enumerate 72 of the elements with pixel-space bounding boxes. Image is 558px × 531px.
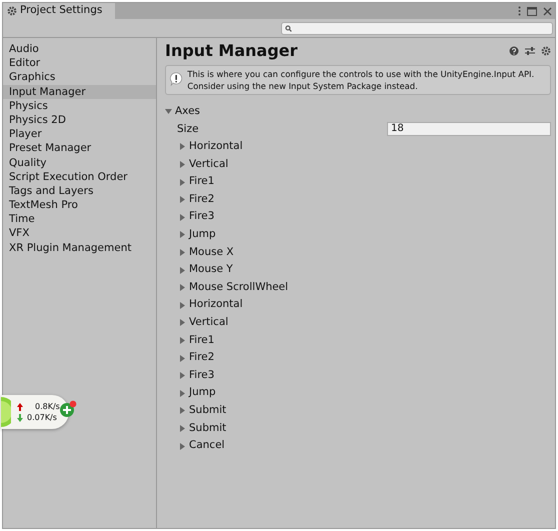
help-icon[interactable] bbox=[509, 46, 519, 56]
more-icon[interactable] bbox=[518, 6, 521, 16]
axis-foldout[interactable]: Fire2 bbox=[189, 192, 214, 208]
expand-arrow-icon[interactable] bbox=[179, 249, 186, 256]
expand-arrow-icon[interactable] bbox=[179, 424, 186, 432]
download-speed: 0.07K/s bbox=[27, 412, 57, 422]
sidebar-item[interactable]: Player bbox=[3, 127, 156, 142]
axis-foldout[interactable]: Horizontal bbox=[189, 139, 243, 155]
settings-icon[interactable] bbox=[541, 46, 551, 56]
axis-foldout[interactable]: Fire1 bbox=[189, 332, 214, 348]
close-icon[interactable] bbox=[543, 6, 552, 16]
axis-foldout[interactable]: Submit bbox=[189, 420, 226, 436]
expand-arrow-icon[interactable] bbox=[179, 178, 186, 186]
info-message: This is where you can configure the controls to use with the UnityEngine.Input API. Consider using the new Input System Package instead. bbox=[187, 68, 536, 92]
size-label: Size bbox=[177, 122, 199, 137]
expand-arrow-icon[interactable] bbox=[179, 302, 186, 309]
axis-foldout[interactable]: Jump bbox=[189, 227, 216, 243]
sidebar-item[interactable]: XR Plugin Management bbox=[3, 240, 156, 255]
expand-arrow-icon[interactable] bbox=[179, 231, 186, 238]
page-title: Input Manager bbox=[165, 40, 298, 62]
collapse-arrow-icon[interactable] bbox=[165, 108, 172, 116]
axis-foldout[interactable]: Vertical bbox=[189, 156, 228, 172]
expand-arrow-icon[interactable] bbox=[179, 284, 186, 292]
search-field[interactable] bbox=[281, 22, 553, 34]
axis-foldout[interactable]: Fire2 bbox=[189, 350, 214, 366]
network-speed-widget[interactable]: 0.8K/s 0.07K/s bbox=[1, 395, 69, 429]
expand-arrow-icon[interactable] bbox=[179, 407, 186, 414]
sidebar-item[interactable]: Preset Manager bbox=[3, 141, 156, 156]
upload-speed: 0.8K/s bbox=[35, 402, 60, 412]
sliders-icon[interactable] bbox=[525, 46, 535, 56]
sidebar-item[interactable]: Physics 2D bbox=[3, 112, 156, 128]
expand-arrow-icon[interactable] bbox=[179, 442, 186, 450]
expand-arrow-icon[interactable] bbox=[179, 214, 186, 221]
expand-arrow-icon[interactable] bbox=[179, 266, 186, 274]
sidebar-item[interactable]: Quality bbox=[3, 156, 156, 170]
axes-foldout[interactable]: Axes bbox=[175, 104, 200, 120]
axis-foldout[interactable]: Jump bbox=[189, 385, 216, 402]
axis-foldout[interactable]: Fire3 bbox=[189, 209, 214, 226]
expand-arrow-icon[interactable] bbox=[179, 319, 186, 326]
expand-arrow-icon[interactable] bbox=[179, 161, 186, 168]
sidebar-item[interactable]: Audio bbox=[3, 42, 156, 56]
sidebar-item[interactable]: VFX bbox=[3, 226, 156, 241]
sidebar-item[interactable]: Script Execution Order bbox=[3, 170, 156, 184]
axis-foldout[interactable]: Cancel bbox=[189, 438, 225, 454]
axis-foldout[interactable]: Submit bbox=[189, 403, 226, 419]
up-arrow-icon bbox=[17, 402, 23, 410]
sidebar-item[interactable]: Tags and Layers bbox=[3, 184, 156, 198]
size-field[interactable]: 18 bbox=[387, 122, 551, 136]
maximize-icon[interactable] bbox=[527, 6, 537, 16]
sidebar-item[interactable]: Graphics bbox=[3, 70, 156, 85]
axis-foldout[interactable]: Horizontal bbox=[189, 297, 243, 314]
down-arrow-icon bbox=[17, 414, 23, 422]
expand-arrow-icon[interactable] bbox=[179, 372, 186, 380]
axis-foldout[interactable]: Mouse ScrollWheel bbox=[189, 280, 288, 296]
expand-arrow-icon[interactable] bbox=[179, 196, 186, 204]
axis-foldout[interactable]: Vertical bbox=[189, 315, 228, 331]
sidebar-item[interactable]: Physics bbox=[3, 98, 156, 113]
axis-foldout[interactable]: Mouse Y bbox=[189, 262, 233, 278]
add-icon[interactable] bbox=[59, 400, 77, 418]
settings-icon bbox=[7, 6, 17, 16]
sidebar-item[interactable]: Time bbox=[3, 212, 156, 226]
sidebar-item[interactable]: Input Manager bbox=[3, 84, 156, 99]
expand-arrow-icon[interactable] bbox=[179, 354, 186, 362]
search-icon bbox=[285, 24, 292, 32]
sidebar-item[interactable]: Editor bbox=[3, 56, 156, 70]
expand-arrow-icon[interactable] bbox=[179, 337, 186, 344]
expand-arrow-icon[interactable] bbox=[179, 390, 186, 397]
sidebar-item[interactable]: TextMesh Pro bbox=[3, 198, 156, 212]
axis-foldout[interactable]: Mouse X bbox=[189, 244, 234, 260]
expand-arrow-icon[interactable] bbox=[179, 143, 186, 150]
axis-foldout[interactable]: Fire1 bbox=[189, 174, 214, 190]
axis-foldout[interactable]: Fire3 bbox=[189, 368, 214, 384]
